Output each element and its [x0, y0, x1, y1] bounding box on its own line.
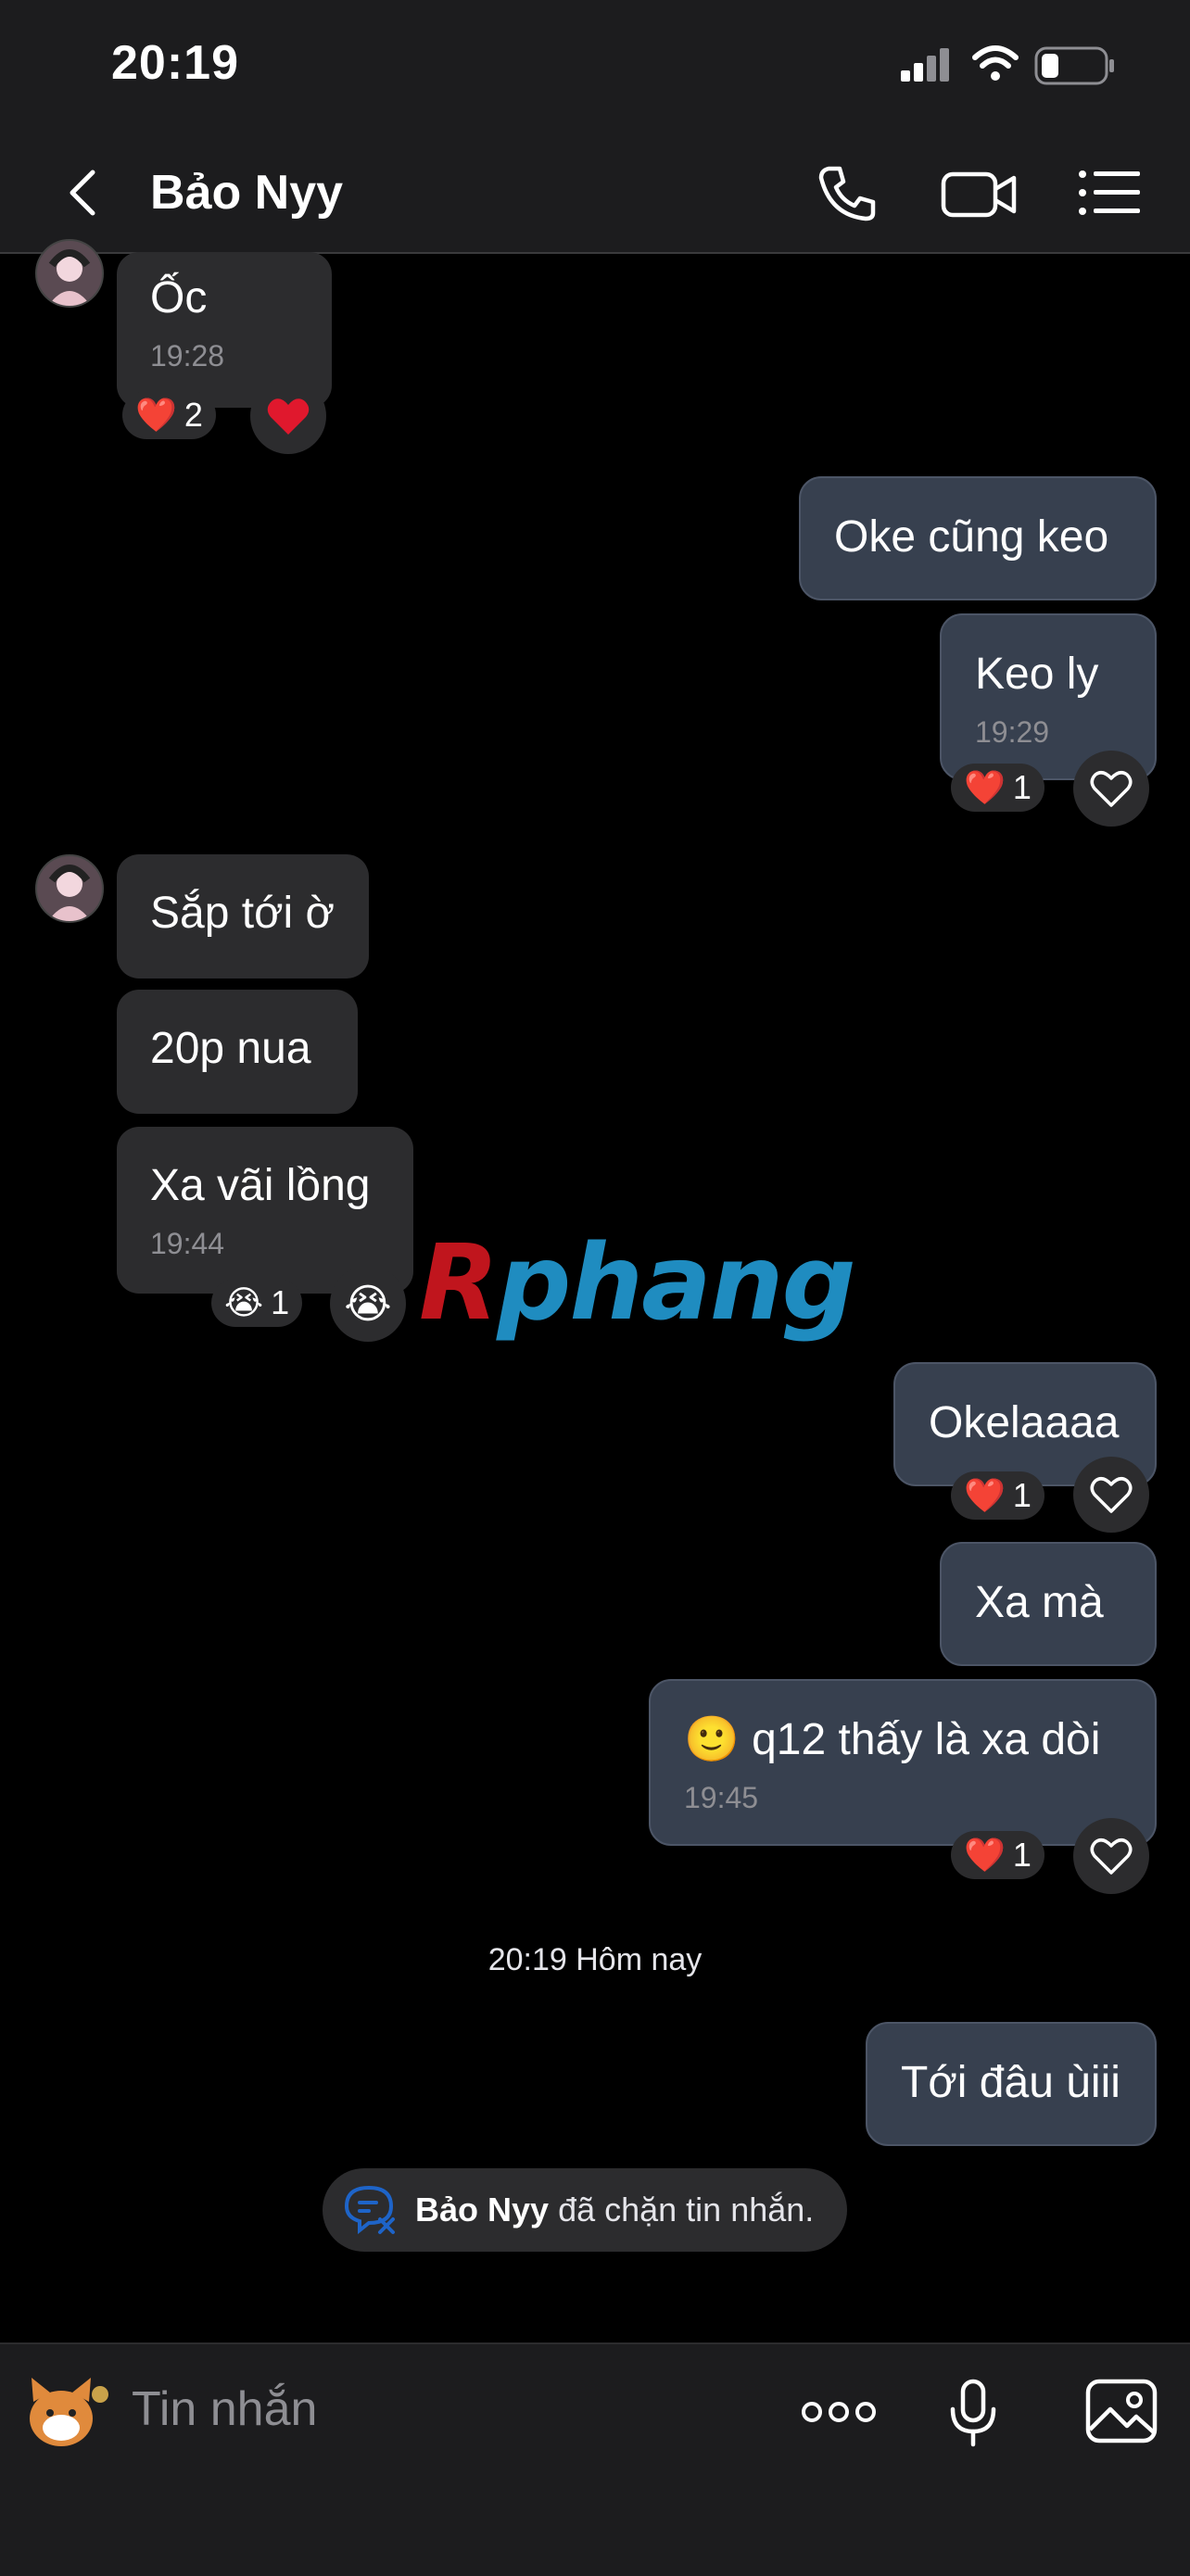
- contact-avatar[interactable]: [35, 854, 104, 923]
- heart-filled-icon: [267, 398, 310, 435]
- crying-icon: 😭: [344, 1281, 392, 1327]
- react-button[interactable]: 😭: [330, 1266, 406, 1342]
- heart-outline-icon: [1090, 771, 1133, 807]
- react-button[interactable]: [1073, 751, 1149, 827]
- reaction-count: 2: [184, 396, 203, 434]
- message-text: Keo ly: [975, 650, 1099, 699]
- notice-name: Bảo Nyy: [415, 2191, 550, 2229]
- react-button[interactable]: [250, 378, 326, 454]
- heart-reaction-icon: ❤️: [964, 1476, 1006, 1514]
- heart-outline-icon: [1090, 1477, 1133, 1513]
- message-time: 19:45: [684, 1781, 759, 1814]
- message-text: Okelaaaa: [929, 1398, 1120, 1447]
- message-time: 19:44: [150, 1227, 225, 1260]
- sticker-icon[interactable]: [20, 2368, 113, 2457]
- composer-bar: [0, 2342, 1190, 2576]
- message-text: Tới đâu ùiii: [901, 2058, 1120, 2107]
- contact-avatar[interactable]: [35, 239, 104, 308]
- more-icon[interactable]: [801, 2398, 877, 2426]
- heart-reaction-icon: ❤️: [135, 396, 177, 434]
- message-time: 19:28: [150, 339, 225, 373]
- reaction-count: 1: [1012, 1476, 1032, 1514]
- heart-reaction-icon: ❤️: [964, 768, 1006, 806]
- battery-icon: [1034, 46, 1114, 85]
- reaction-badge[interactable]: ❤️ 1: [951, 1471, 1044, 1520]
- phone-icon[interactable]: [812, 161, 886, 226]
- message-bubble[interactable]: 20p nua: [117, 990, 358, 1114]
- blocked-notice: Bảo Nyy đã chặn tin nhắn.: [323, 2168, 848, 2252]
- crying-reaction-icon: 😭: [224, 1283, 264, 1321]
- message-text: 20p nua: [150, 1024, 311, 1073]
- message-text: Oke cũng keo: [834, 512, 1109, 562]
- status-time: 20:19: [111, 36, 239, 90]
- message-bubble[interactable]: Sắp tới ờ: [117, 854, 369, 979]
- react-button[interactable]: [1073, 1457, 1149, 1533]
- heart-outline-icon: [1090, 1838, 1133, 1875]
- video-icon[interactable]: [938, 161, 1021, 226]
- react-button[interactable]: [1073, 1818, 1149, 1894]
- reaction-count: 1: [1012, 768, 1032, 806]
- message-text: Xa mà: [975, 1578, 1104, 1627]
- heart-reaction-icon: ❤️: [964, 1836, 1006, 1874]
- reaction-badge[interactable]: 😭 1: [211, 1279, 303, 1327]
- reaction-badge[interactable]: ❤️ 1: [951, 764, 1044, 812]
- message-bubble[interactable]: Oke cũng keo: [799, 476, 1157, 600]
- reaction-count: 1: [271, 1283, 290, 1321]
- message-text: Ốc: [150, 273, 208, 322]
- message-text: Sắp tới ờ: [150, 889, 335, 938]
- message-bubble[interactable]: Xa mà: [940, 1542, 1157, 1666]
- message-bubble[interactable]: 🙂 q12 thấy là xa dòi 19:45: [649, 1679, 1157, 1846]
- menu-icon[interactable]: [1073, 161, 1147, 226]
- notice-text: đã chặn tin nhắn.: [558, 2191, 815, 2229]
- watermark-logo: Rphang: [419, 1223, 856, 1344]
- message-text: Xa vãi lồng: [150, 1161, 371, 1210]
- wifi-icon: [972, 45, 1019, 81]
- date-separator: 20:19 Hôm nay: [487, 1942, 703, 1977]
- back-icon[interactable]: [56, 165, 111, 221]
- signal-icon: [901, 48, 949, 82]
- reaction-badge[interactable]: ❤️ 2: [122, 391, 216, 439]
- reaction-badge[interactable]: ❤️ 1: [951, 1831, 1044, 1879]
- message-time: 19:29: [975, 715, 1050, 749]
- message-text: 🙂 q12 thấy là xa dòi: [684, 1715, 1101, 1764]
- blocked-chat-icon: [344, 2185, 395, 2235]
- message-bubble[interactable]: Tới đâu ùiii: [866, 2022, 1157, 2146]
- reaction-count: 1: [1012, 1836, 1032, 1874]
- image-icon[interactable]: [1084, 2378, 1158, 2444]
- smile-emoji: 🙂: [684, 1715, 740, 1764]
- chat-title[interactable]: Bảo Nyy: [150, 165, 343, 221]
- message-input[interactable]: Tin nhắn: [132, 2381, 317, 2437]
- mic-icon[interactable]: [945, 2378, 1001, 2448]
